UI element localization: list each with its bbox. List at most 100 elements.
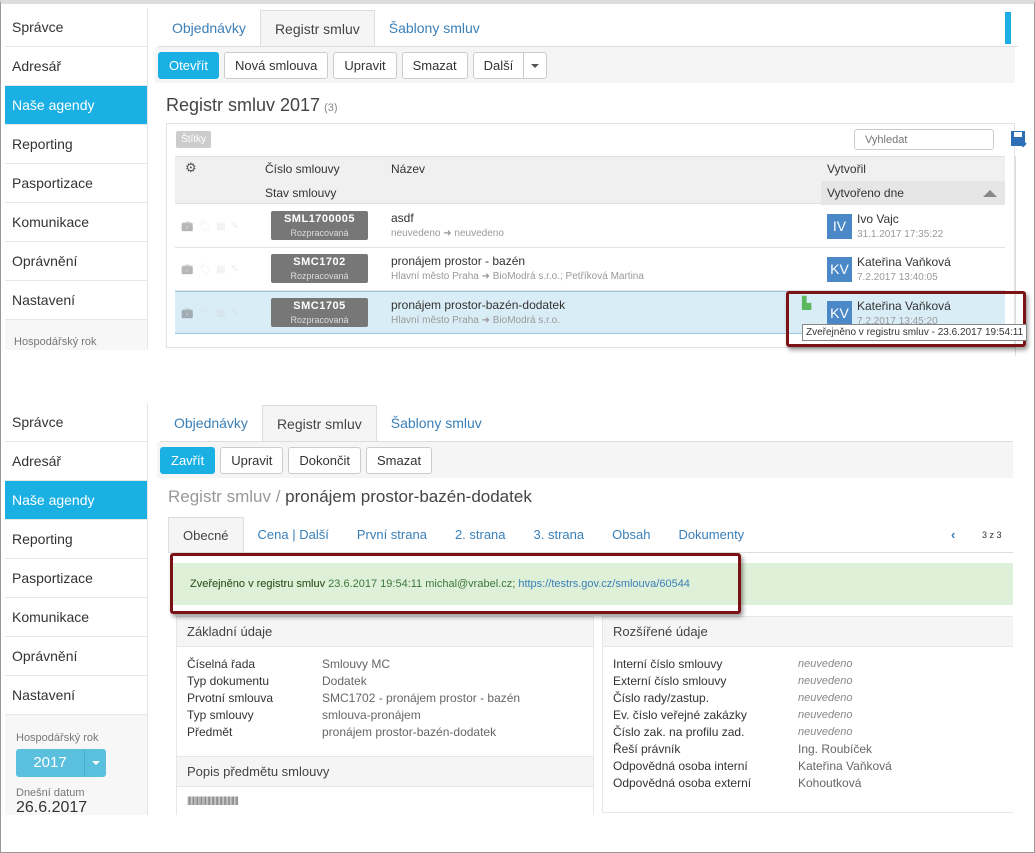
field-label: Odpovědná osoba interní xyxy=(613,759,748,773)
new-contract-button[interactable]: Nová smlouva xyxy=(224,51,329,79)
delete-button[interactable]: Smazat xyxy=(366,446,433,474)
edit-button[interactable]: Upravit xyxy=(220,446,284,474)
briefcase-icon[interactable]: 💼 xyxy=(181,264,193,275)
sidebar-item-opravneni[interactable]: Oprávnění xyxy=(5,242,147,281)
sidebar-item-adresar[interactable]: Adresář xyxy=(5,442,147,481)
tags-button[interactable]: Štítky xyxy=(176,131,212,148)
field-value: Kateřina Vaňková xyxy=(798,759,892,773)
field-label: Předmět xyxy=(187,725,233,739)
contract-name[interactable]: pronájem prostor - bazén xyxy=(391,254,644,268)
tab-objednavky[interactable]: Objednávky xyxy=(158,10,260,46)
creator-cell: Ivo Vajc 31.1.2017 17:35:22 xyxy=(857,212,943,240)
more-dropdown-button[interactable] xyxy=(524,51,548,79)
col-created-on-label: Vytvořeno dne xyxy=(827,186,904,200)
contract-name[interactable]: asdf xyxy=(391,211,504,225)
open-button[interactable]: Otevřít xyxy=(158,51,220,79)
calendar-icon[interactable]: ▦ xyxy=(216,308,225,319)
field-row: Číselná řada Smlouvy MC xyxy=(187,656,583,673)
sidebar-item-nastaveni[interactable]: Nastavení xyxy=(5,676,147,715)
highlight-frame xyxy=(170,553,741,614)
breadcrumb-root[interactable]: Registr smluv xyxy=(168,487,271,506)
prev-page-icon[interactable]: ‹ xyxy=(951,527,955,542)
page-title: Registr smluv 2017 (3) xyxy=(166,95,338,116)
calendar-icon[interactable]: ▦ xyxy=(216,221,225,232)
sidebar-item-komunikace[interactable]: Komunikace xyxy=(5,598,147,637)
contract-name[interactable]: pronájem prostor-bazén-dodatek xyxy=(391,298,565,312)
field-value: neuvedeno xyxy=(798,726,853,738)
subtab-2-strana[interactable]: 2. strana xyxy=(441,517,520,552)
field-value: neuvedeno xyxy=(798,658,853,670)
contract-status: Rozpracovaná xyxy=(290,315,349,325)
subtab-obecne[interactable]: Obecné xyxy=(168,517,244,552)
today-value: 26.6.2017 xyxy=(16,799,88,815)
calendar-icon[interactable]: ▦ xyxy=(216,264,225,275)
extended-info-title: Rozšířené údaje xyxy=(603,617,1013,647)
table-row[interactable]: 💼 🏷 ▦ ✎ SMC1702 Rozpracovaná pronájem prostor … xyxy=(175,248,1005,291)
delete-button[interactable]: Smazat xyxy=(401,51,468,79)
sidebar-item-adresar[interactable]: Adresář xyxy=(5,47,147,86)
fiscal-year-select[interactable]: 2017 xyxy=(16,749,106,777)
more-button[interactable]: Další xyxy=(472,51,525,79)
table-row[interactable]: 💼 🏷 ▦ ✎ SML1700005 Rozpracovaná asdf neuvedeno … xyxy=(175,205,1005,248)
field-label: Interní číslo smlouvy xyxy=(613,657,723,671)
subtab-prvni-strana[interactable]: První strana xyxy=(343,517,441,552)
sidebar-item-pasportizace[interactable]: Pasportizace xyxy=(5,559,147,598)
search-input[interactable] xyxy=(854,129,994,150)
sidebar-item-nase-agendy[interactable]: Naše agendy xyxy=(5,86,147,125)
col-name[interactable]: Název xyxy=(391,162,425,176)
finish-button[interactable]: Dokončit xyxy=(288,446,361,474)
created-date: 7.2.2017 13:40:05 xyxy=(857,272,938,283)
today-label: Dnešní datum xyxy=(16,787,85,799)
close-button[interactable]: Zavřít xyxy=(160,446,216,474)
field-value: SMC1702 - pronájem prostor - bazén xyxy=(322,691,521,705)
description-box: Popis předmětu smlouvy |||||||||||||||||… xyxy=(176,756,594,815)
sidebar-item-nase-agendy[interactable]: Naše agendy xyxy=(5,481,147,520)
save-export-icon[interactable] xyxy=(1010,130,1028,148)
briefcase-icon[interactable]: 💼 xyxy=(181,308,193,319)
tag-icon[interactable]: 🏷 xyxy=(198,221,211,232)
tab-registr-smluv[interactable]: Registr smluv xyxy=(261,405,377,441)
col-created-by[interactable]: Vytvořil xyxy=(827,162,866,176)
fiscal-year-value: 2017 xyxy=(33,754,67,771)
settings-gear-icon[interactable]: ⚙ xyxy=(185,160,197,176)
table-header: ⚙ Číslo smlouvy Stav smlouvy Název Vytvo… xyxy=(175,156,1005,205)
sidebar-item-opravneni[interactable]: Oprávnění xyxy=(5,637,147,676)
subtab-dokumenty[interactable]: Dokumenty xyxy=(664,517,758,552)
contract-code: SMC1705 xyxy=(293,300,346,312)
pencil-icon[interactable]: ✎ xyxy=(231,308,239,319)
dropdown-caret[interactable] xyxy=(84,749,106,777)
pencil-icon[interactable]: ✎ xyxy=(231,221,239,232)
pencil-icon[interactable]: ✎ xyxy=(231,264,239,275)
sidebar-item-spravce[interactable]: Správce xyxy=(5,403,147,442)
breadcrumb: Registr smluv / pronájem prostor-bazén-d… xyxy=(168,487,532,507)
published-tooltip: Zveřejněno v registru smluv - 23.6.2017 … xyxy=(802,324,1028,341)
sidebar-item-reporting[interactable]: Reporting xyxy=(5,520,147,559)
field-label: Řeší právník xyxy=(613,742,681,756)
briefcase-icon[interactable]: 💼 xyxy=(181,221,193,232)
tab-registr-smluv[interactable]: Registr smluv xyxy=(259,10,375,46)
subtab-cena-dalsi[interactable]: Cena | Další xyxy=(244,517,343,552)
toolbar: Zavřít Upravit Dokončit Smazat xyxy=(157,442,1013,478)
tag-icon[interactable]: 🏷 xyxy=(198,264,211,275)
field-value: neuvedeno xyxy=(798,709,853,721)
sidebar-item-spravce[interactable]: Správce xyxy=(5,8,147,47)
contract-name-cell: asdf neuvedeno ➜ neuvedeno xyxy=(391,211,504,239)
col-created-on[interactable]: Vytvořeno dne xyxy=(821,181,1005,205)
subtab-obsah[interactable]: Obsah xyxy=(598,517,664,552)
edit-button[interactable]: Upravit xyxy=(333,51,397,79)
fiscal-year-label: Hospodářský rok xyxy=(14,336,97,348)
sidebar-item-reporting[interactable]: Reporting xyxy=(5,125,147,164)
sidebar-item-pasportizace[interactable]: Pasportizace xyxy=(5,164,147,203)
tab-objednavky[interactable]: Objednávky xyxy=(160,405,262,441)
sidebar-item-komunikace[interactable]: Komunikace xyxy=(5,203,147,242)
contract-name-cell: pronájem prostor-bazén-dodatek Hlavní měs… xyxy=(391,298,565,326)
tab-sablony-smluv[interactable]: Šablony smluv xyxy=(377,405,496,441)
tag-icon[interactable]: 🏷 xyxy=(198,308,211,319)
scroll-indicator xyxy=(1005,12,1011,44)
col-status[interactable]: Stav smlouvy xyxy=(265,186,336,200)
contract-parties: neuvedeno ➜ neuvedeno xyxy=(391,228,504,239)
tab-sablony-smluv[interactable]: Šablony smluv xyxy=(375,10,494,46)
col-number[interactable]: Číslo smlouvy xyxy=(265,162,340,176)
sidebar-item-nastaveni[interactable]: Nastavení xyxy=(5,281,147,320)
subtab-3-strana[interactable]: 3. strana xyxy=(520,517,599,552)
